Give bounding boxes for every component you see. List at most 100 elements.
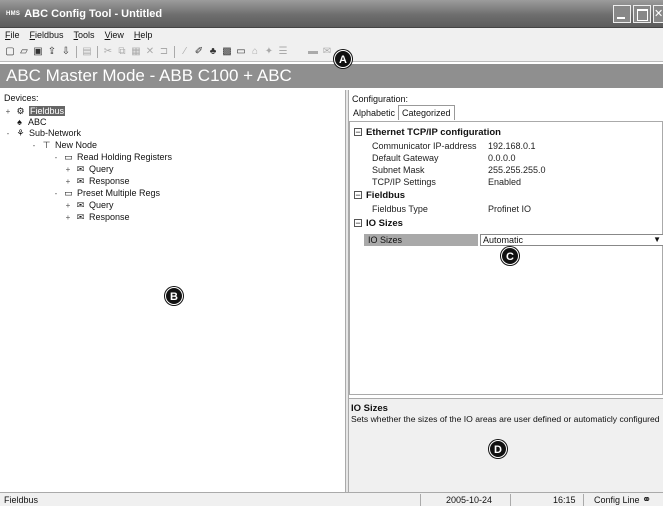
tree-item-response[interactable]: + ✉ Response [64,175,130,187]
tree-item-read-holding-registers[interactable]: - ▭ Read Holding Registers [52,151,172,163]
open-icon[interactable]: ▱ [18,46,30,58]
window-title: ABC Config Tool - Untitled [24,7,163,20]
menu-help[interactable]: Help [134,30,153,40]
cut-icon[interactable]: ✂ [102,46,114,58]
connection-icon: ⚭ [642,494,652,506]
property-row[interactable]: Default Gateway 0.0.0.0 [354,153,654,165]
collapse-minus-icon[interactable]: - [30,141,38,150]
property-row[interactable]: TCP/IP Settings Enabled [354,177,654,189]
menu-bar: File Fieldbus Tools View Help [0,28,663,42]
menu-file[interactable]: File [5,30,20,40]
category-label: Fieldbus [366,190,406,201]
tree-item-label: Response [89,176,130,186]
property-row-selected[interactable]: IO Sizes Automatic ▼ [364,234,663,246]
devices-label: Devices: [4,93,39,103]
tab-alphabetic[interactable]: Alphabetic [350,106,398,120]
close-button[interactable] [653,5,663,23]
node-icon[interactable]: ♣ [207,46,219,58]
collapse-minus-icon[interactable]: - [4,129,12,138]
property-value[interactable]: 192.168.0.1 [488,141,536,151]
property-value[interactable]: 0.0.0.0 [488,153,516,163]
download-icon[interactable]: ⇩ [60,46,72,58]
category-label: Ethernet TCP/IP configuration [366,127,501,138]
io-sizes-dropdown[interactable]: Automatic ▼ [480,234,663,246]
description-text: Sets whether the sizes of the IO areas a… [351,414,660,424]
tree-item-label: Query [89,200,114,210]
screen-icon[interactable]: ▭ [235,46,247,58]
mail-icon[interactable]: ✉ [321,46,333,58]
tab-categorized[interactable]: Categorized [398,105,455,120]
status-divider [510,494,511,506]
category-io-sizes[interactable]: − IO Sizes [354,218,403,230]
folder-icon: ▭ [64,151,73,162]
wand2-icon[interactable]: ✐ [193,46,205,58]
property-name: Default Gateway [372,153,439,163]
save-icon[interactable]: ▣ [32,46,44,58]
tree-item-query[interactable]: + ✉ Query [64,199,114,211]
tree-item-response[interactable]: + ✉ Response [64,211,130,223]
subnetwork-icon: ⚘ [16,127,25,138]
collapse-minus-icon[interactable]: − [354,191,362,200]
callout-marker-b: B [165,287,183,305]
property-row[interactable]: Subnet Mask 255.255.255.0 [354,165,654,177]
menu-fieldbus[interactable]: Fieldbus [30,30,64,40]
tree-item-label: ABC [28,117,47,127]
paste-icon[interactable]: ▦ [130,46,142,58]
expand-plus-icon[interactable]: + [64,165,72,174]
property-value[interactable]: Profinet IO [488,204,531,214]
status-divider [583,494,584,506]
delete-icon[interactable]: ✕ [144,46,156,58]
network-icon[interactable]: ⌂ [249,46,261,58]
new-icon[interactable]: ▢ [4,46,16,58]
tree-item-label: Preset Multiple Regs [77,188,161,198]
mail-icon: ✉ [76,199,85,210]
tree-item-label: Fieldbus [29,106,66,116]
dropdown-value: Automatic [483,235,524,245]
tree-item-preset-multiple-regs[interactable]: - ▭ Preset Multiple Regs [52,187,160,199]
tree-item-sub-network[interactable]: - ⚘ Sub-Network [4,127,81,139]
menu-file-rest: ile [10,30,20,40]
property-value[interactable]: Enabled [488,177,521,187]
property-row[interactable]: Communicator IP-address 192.168.0.1 [354,141,654,153]
collapse-minus-icon[interactable]: − [354,219,362,228]
collapse-minus-icon[interactable]: - [52,189,60,198]
wand-icon[interactable]: ⁄ [179,46,191,58]
property-row[interactable]: Fieldbus Type Profinet IO [354,204,654,216]
category-label: IO Sizes [366,218,403,229]
folder-icon[interactable]: ▬ [307,46,319,58]
connect-icon[interactable]: ▤ [81,46,93,58]
tree-item-new-node[interactable]: - ⊤ New Node [30,139,97,151]
tree-item-query[interactable]: + ✉ Query [64,163,114,175]
collapse-minus-icon[interactable]: - [52,153,60,162]
status-time: 16:15 [553,495,576,505]
property-value[interactable]: 255.255.255.0 [488,165,546,175]
copy-icon[interactable]: ⧉ [116,46,128,58]
wizard-icon[interactable]: ✦ [263,46,275,58]
menu-view[interactable]: View [105,30,124,40]
chevron-down-icon[interactable]: ▼ [653,235,661,244]
status-date: 2005-10-24 [446,495,493,505]
tree-item-label: Query [89,164,114,174]
toolbar-separator [97,45,98,58]
category-fieldbus[interactable]: − Fieldbus [354,190,405,202]
insert-icon[interactable]: ⊐ [158,46,170,58]
maximize-button[interactable] [633,5,651,23]
tree-item-label: Read Holding Registers [77,152,173,162]
minimize-button[interactable] [613,5,631,23]
expand-plus-icon[interactable]: + [64,213,72,222]
toolbar-separator [174,45,175,58]
toolbar: ▢ ▱ ▣ ⇪ ⇩ ▤ ✂ ⧉ ▦ ✕ ⊐ ⁄ ✐ ♣ ▩ ▭ ⌂ ✦ ☰ ▬ … [0,42,663,62]
upload-icon[interactable]: ⇪ [46,46,58,58]
window-controls [613,5,663,23]
callout-marker-d: D [489,440,507,458]
toolbar-separator [76,45,77,58]
options-icon[interactable]: ☰ [277,46,289,58]
tree-item-label: Response [89,212,130,222]
expand-plus-icon[interactable]: + [4,107,12,116]
monitor-icon[interactable]: ▩ [221,46,233,58]
expand-plus-icon[interactable]: + [64,201,72,210]
collapse-minus-icon[interactable]: − [354,128,362,137]
expand-plus-icon[interactable]: + [64,177,72,186]
category-ethernet[interactable]: − Ethernet TCP/IP configuration [354,127,501,139]
menu-tools[interactable]: Tools [74,30,95,40]
